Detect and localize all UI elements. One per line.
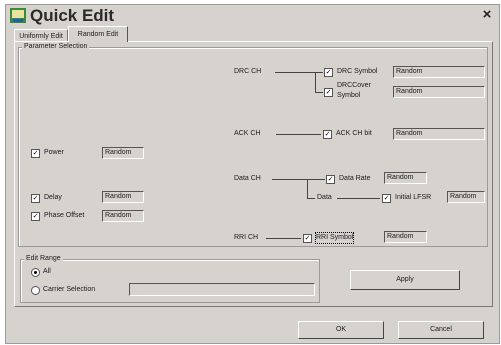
drc-connector-vertical (315, 72, 316, 93)
cancel-button[interactable]: Cancel (398, 321, 484, 339)
drc-symbol-value-field[interactable]: Random (393, 66, 485, 78)
parameter-selection-legend: Parameter Selection (22, 42, 90, 51)
ack-ch-bit-value-field[interactable]: Random (393, 128, 485, 140)
data-rate-value-field[interactable]: Random (384, 172, 427, 184)
initial-lfsr-checkbox[interactable]: ✓ (382, 194, 391, 203)
phase-offset-value-field[interactable]: Random (102, 210, 144, 222)
rri-symbol-value-field[interactable]: Random (384, 231, 427, 243)
data-connector-line (272, 179, 325, 180)
power-checkbox[interactable]: ✓ (31, 149, 40, 158)
rri-connector-line (266, 238, 301, 239)
tab-random-edit[interactable]: Random Edit (68, 26, 128, 42)
drc-ch-label: DRC CH (234, 68, 262, 75)
data-rate-label: Data Rate (339, 175, 371, 182)
drc-symbol-label: DRC Symbol (337, 68, 378, 75)
drc-cover-symbol-label-line1: DRCCover (337, 82, 371, 89)
initial-lfsr-label: Initial LFSR (395, 194, 432, 201)
data-ch-label: Data CH (234, 175, 261, 182)
drc-symbol-checkbox[interactable]: ✓ (324, 68, 333, 77)
quick-edit-window: Quick Edit × Uniformly Edit Random Edit … (5, 4, 500, 344)
rri-symbol-label: RRI Symbol (314, 232, 355, 244)
ack-ch-label: ACK CH (234, 130, 261, 137)
ok-button[interactable]: OK (298, 321, 384, 339)
title-bar[interactable]: Quick Edit × (6, 5, 499, 27)
phase-offset-checkbox[interactable]: ✓ (31, 212, 40, 221)
app-icon (10, 8, 26, 23)
carrier-selection-radio[interactable] (31, 286, 40, 295)
delay-checkbox[interactable]: ✓ (31, 194, 40, 203)
drc-connector-branch (315, 92, 323, 93)
tab-panel: Parameter Selection ✓ Power Random ✓ Del… (14, 41, 493, 307)
power-label: Power (44, 149, 64, 156)
parameter-selection-group: Parameter Selection ✓ Power Random ✓ Del… (18, 42, 488, 247)
window-title: Quick Edit (30, 6, 115, 25)
data-sub-label: Data (317, 194, 332, 201)
all-radio[interactable] (31, 268, 40, 277)
delay-value-field[interactable]: Random (102, 191, 144, 203)
drc-cover-symbol-label-line2: Symbol (337, 92, 361, 99)
data-connector-branch (307, 198, 315, 199)
initial-lfsr-value-field[interactable]: Random (447, 191, 485, 203)
close-icon[interactable]: × (480, 7, 494, 22)
apply-button[interactable]: Apply (350, 270, 460, 290)
ack-connector-line (276, 134, 321, 135)
lfsr-connector-line (337, 198, 380, 199)
carrier-selection-label: Carrier Selection (43, 286, 96, 293)
edit-range-group: Edit Range All Carrier Selection (20, 254, 320, 303)
edit-range-legend: Edit Range (24, 254, 63, 263)
carrier-selection-input[interactable] (129, 283, 315, 296)
rri-ch-label: RRI CH (234, 234, 259, 241)
power-value-field[interactable]: Random (102, 147, 144, 159)
all-label: All (43, 268, 51, 275)
drc-cover-symbol-checkbox[interactable]: ✓ (324, 88, 333, 97)
ack-ch-bit-checkbox[interactable]: ✓ (323, 130, 332, 139)
ack-ch-bit-label: ACK CH bit (336, 130, 372, 137)
phase-offset-label: Phase Offset (44, 212, 85, 219)
data-connector-vertical (307, 179, 308, 199)
data-rate-checkbox[interactable]: ✓ (326, 175, 335, 184)
drc-cover-symbol-value-field[interactable]: Random (393, 86, 485, 98)
delay-label: Delay (44, 194, 62, 201)
rri-symbol-checkbox[interactable]: ✓ (303, 234, 312, 243)
